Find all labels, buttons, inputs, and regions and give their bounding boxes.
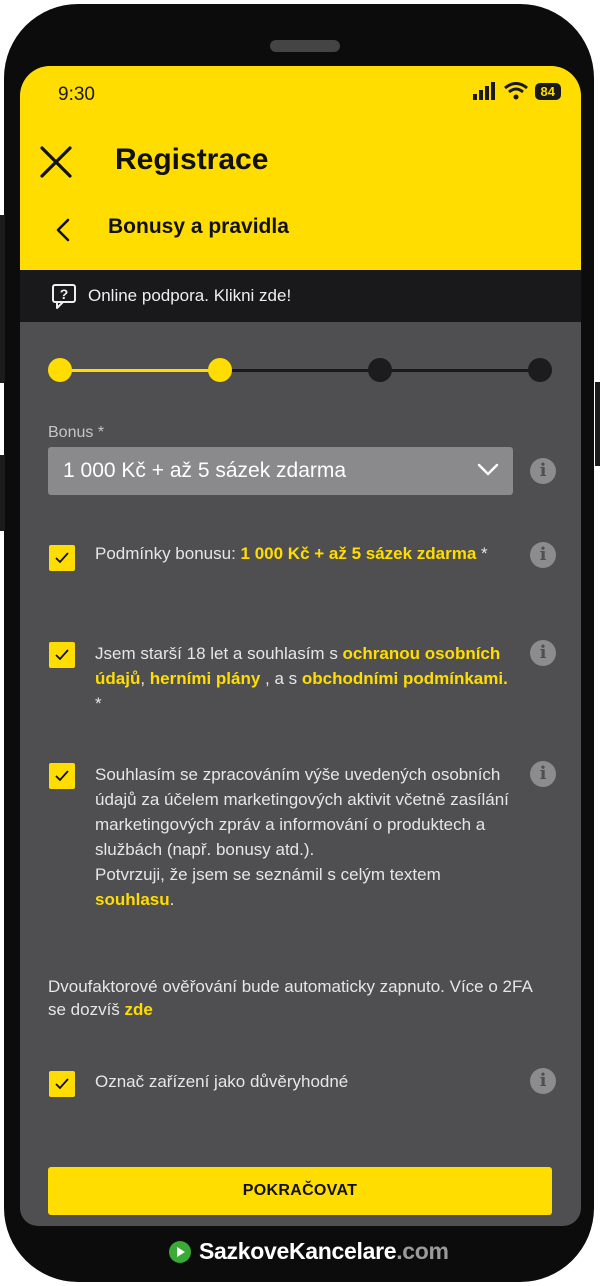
marketing-consent-info-icon[interactable]: i (530, 761, 556, 787)
bonus-label: Bonus * (48, 424, 105, 441)
trusted-device-checkbox[interactable] (49, 1071, 75, 1097)
age-consent-text: Jsem starší 18 let a souhlasím s ochrano… (95, 641, 515, 716)
step-3 (368, 358, 392, 382)
check-icon (55, 770, 69, 782)
age-consent-checkbox[interactable] (49, 642, 75, 668)
continue-button-label: POKRAČOVAT (242, 1182, 358, 1199)
speaker-grille (270, 40, 340, 52)
bonus-info-icon[interactable]: i (530, 458, 556, 484)
marketing-consent-suffix: . (169, 890, 175, 909)
volume-button (0, 215, 5, 383)
play-icon (169, 1240, 191, 1263)
chat-question-icon: ? (52, 284, 76, 309)
age-consent-suffix: * (95, 694, 102, 713)
back-button[interactable] (52, 216, 76, 244)
app-screen: 9:30 84 Registrace Bonusy a pravidla ? O… (20, 66, 581, 1226)
watermark-domain: .com (396, 1238, 449, 1264)
check-icon (55, 649, 69, 661)
watermark-name: SazkoveKancelare (199, 1238, 397, 1264)
step-line-done (60, 369, 220, 372)
marketing-consent-confirm: Potvrzuji, že jsem se seznámil s celým t… (95, 865, 441, 884)
check-icon (55, 552, 69, 564)
bonus-terms-prefix: Podmínky bonusu: (95, 544, 241, 563)
app-header: 9:30 84 Registrace Bonusy a pravidla (20, 66, 581, 270)
watermark-logo: SazkoveKancelare.com (168, 1238, 449, 1265)
age-consent-info-icon[interactable]: i (530, 640, 556, 666)
continue-button[interactable]: POKRAČOVAT (48, 1167, 552, 1215)
terms-conditions-link[interactable]: obchodními podmínkami. (302, 669, 508, 688)
bonus-select-value: 1 000 Kč + až 5 sázek zdarma (63, 459, 347, 482)
marketing-consent-checkbox[interactable] (49, 763, 75, 789)
marketing-consent-body: Souhlasím se zpracováním výše uvedených … (95, 765, 509, 859)
consent-text-link[interactable]: souhlasu (95, 890, 170, 909)
power-button (595, 382, 600, 466)
trusted-device-info-icon[interactable]: i (530, 1068, 556, 1094)
step-4 (528, 358, 552, 382)
bonus-terms-text: Podmínky bonusu: 1 000 Kč + až 5 sázek z… (95, 541, 515, 566)
check-icon (55, 1078, 69, 1090)
section-title: Bonusy a pravidla (108, 215, 289, 238)
trusted-device-label: Označ zařízení jako důvěryhodné (95, 1072, 349, 1091)
page-title: Registrace (115, 143, 269, 176)
online-support-label: Online podpora. Klikni zde! (88, 286, 292, 305)
battery-indicator: 84 (534, 82, 561, 100)
bonus-select[interactable]: 1 000 Kč + až 5 sázek zdarma (48, 447, 513, 495)
side-button (0, 455, 5, 531)
game-plans-link[interactable]: herními plány (150, 669, 261, 688)
chevron-left-icon (56, 218, 70, 242)
twofa-text: Dvoufaktorové ověřování bude automaticky… (48, 977, 532, 1019)
age-consent-prefix: Jsem starší 18 let a souhlasím s (95, 644, 343, 663)
marketing-consent-text: Souhlasím se zpracováním výše uvedených … (95, 762, 515, 912)
wifi-icon (503, 82, 528, 100)
twofa-note: Dvoufaktorové ověřování bude automaticky… (48, 975, 548, 1021)
age-consent-sep1: , (140, 669, 150, 688)
svg-text:?: ? (60, 286, 69, 302)
signal-icon (472, 82, 495, 100)
step-2 (208, 358, 232, 382)
bonus-terms-checkbox[interactable] (49, 545, 75, 571)
progress-stepper (48, 358, 553, 384)
status-time: 9:30 (58, 84, 95, 105)
watermark-text: SazkoveKancelare.com (199, 1238, 449, 1265)
close-icon (40, 146, 72, 178)
age-consent-sep2: , a s (260, 669, 302, 688)
online-support-bar[interactable]: ? Online podpora. Klikni zde! (20, 270, 581, 322)
status-icons: 84 (472, 82, 561, 100)
twofa-link[interactable]: zde (125, 1000, 153, 1019)
bonus-terms-link[interactable]: 1 000 Kč + až 5 sázek zdarma (241, 544, 477, 563)
close-button[interactable] (38, 144, 74, 180)
bonus-terms-suffix: * (476, 544, 488, 563)
chevron-down-icon (477, 463, 499, 476)
bonus-terms-info-icon[interactable]: i (530, 542, 556, 568)
step-1 (48, 358, 72, 382)
